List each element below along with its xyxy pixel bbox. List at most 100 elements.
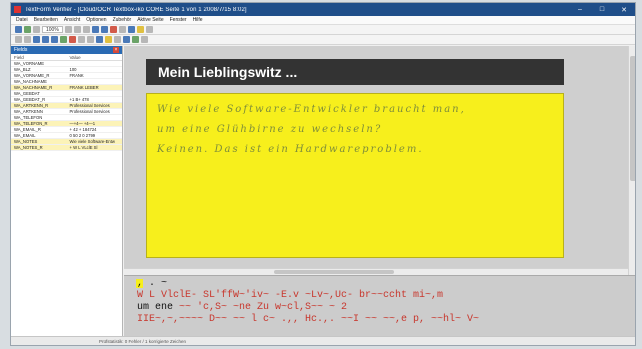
- title-bar: TextForm Verifier - [Cloud/OCR Textbox-i…: [11, 3, 635, 16]
- handwriting-line-1: Wie viele Software-Entwickler braucht ma…: [157, 104, 466, 115]
- field-name: WA_NOTES_R: [14, 145, 43, 150]
- prev-page-icon[interactable]: [73, 26, 81, 33]
- menu-item-bearbeiten[interactable]: Bearbeiten: [34, 17, 58, 23]
- settings-icon[interactable]: [145, 26, 153, 33]
- document-area: Mein Lieblingswitz ... Wie viele Softwar…: [124, 46, 635, 345]
- check-icon[interactable]: [60, 36, 67, 43]
- menu-item-optionen[interactable]: Optionen: [86, 17, 106, 23]
- menu-item-ansicht[interactable]: Ansicht: [64, 17, 80, 23]
- status-bar: Prüfstatistik: 0 Fehler / 1 korrigierte …: [11, 336, 635, 345]
- ocr-line-2-uncertain: ~~ 'c,S~ ~ne Zu w~cl,S~~ ~ 2: [173, 302, 348, 313]
- panel-title: Fields: [14, 47, 28, 53]
- redo-icon[interactable]: [24, 36, 31, 43]
- vertical-scroll-thumb[interactable]: [630, 56, 635, 181]
- ocr-line-2-correct: um ene: [137, 302, 174, 313]
- field-value: 0 50 2 0 2799: [69, 133, 96, 138]
- secondary-toolbar: [11, 35, 635, 45]
- panel-columns: Field Value: [11, 54, 122, 61]
- menu-item-fenster[interactable]: Fenster: [170, 17, 187, 23]
- field-name: WA_GEBDAT_R: [14, 97, 46, 102]
- handwriting-line-3: Keinen. Das ist ein Hardwareproblem.: [157, 144, 424, 155]
- fit-page-icon[interactable]: [127, 26, 135, 33]
- field-value: 100: [69, 67, 77, 72]
- print-icon[interactable]: [33, 26, 40, 33]
- field-name: WA_BLZ: [14, 67, 31, 72]
- zoom-select[interactable]: 100%: [42, 26, 63, 33]
- document-heading: Mein Lieblingswitz ...: [146, 59, 564, 85]
- field-name: WA_VORNAME_R: [14, 73, 50, 78]
- menu-item-aktive-seite[interactable]: Aktive Seite: [137, 17, 163, 23]
- handwriting-line-2: um eine Glühbirne zu wechseln?: [157, 124, 383, 135]
- field-name: WA_GEBDAT: [14, 91, 40, 96]
- column-header-value[interactable]: Value: [67, 55, 123, 60]
- panel-header: Fields ×: [11, 46, 122, 54]
- font-icon[interactable]: [114, 36, 121, 43]
- field-name: WA_TELEFON: [14, 115, 43, 120]
- close-icon[interactable]: ✕: [613, 6, 635, 14]
- field-value: + W L VLclE Sl: [69, 145, 98, 150]
- ocr-line-2: um ene ~~ 'c,S~ ~ne Zu w~cl,S~~ ~ 2: [137, 303, 347, 313]
- field-next-icon[interactable]: [87, 36, 94, 43]
- delete-icon[interactable]: [109, 26, 117, 33]
- table-row[interactable]: WA_NOTES_R + W L VLclE Sl: [11, 145, 122, 151]
- highlight-icon[interactable]: [136, 26, 144, 33]
- field-name: WA_NACHNAME_R: [14, 85, 53, 90]
- open-icon[interactable]: [15, 26, 22, 33]
- panel-close-icon[interactable]: ×: [113, 47, 119, 53]
- field-name: WA_EMAIL: [14, 133, 36, 138]
- field-list: WA_VORNAME WA_BLZ 100 WA_VORNAME_R FRANK WA_N…: [11, 61, 122, 151]
- field-prev-icon[interactable]: [78, 36, 85, 43]
- vertical-scrollbar[interactable]: [628, 46, 635, 276]
- main-toolbar: 100%: [11, 25, 635, 35]
- export-icon[interactable]: [132, 36, 139, 43]
- horizontal-scrollbar[interactable]: [124, 268, 628, 275]
- field-value: —+4— +4—1: [69, 121, 96, 126]
- app-window: TextForm Verifier - [Cloud/OCR Textbox-i…: [10, 2, 636, 346]
- field-name: WA_EMAIL_R: [14, 127, 41, 132]
- menu-item-datei[interactable]: Datei: [16, 17, 28, 23]
- next-page-icon[interactable]: [82, 26, 90, 33]
- status-message: Prüfstatistik: 0 Fehler / 1 korrigierte …: [99, 338, 187, 344]
- field-name: WA_ARTKENN: [14, 109, 43, 114]
- field-name: WA_NOTES: [14, 139, 38, 144]
- field-name: WA_ARTKENN_R: [14, 103, 49, 108]
- horizontal-scroll-thumb[interactable]: [274, 270, 394, 274]
- cut-icon[interactable]: [33, 36, 40, 43]
- menu-bar: Datei Bearbeiten Ansicht Optionen Zubehö…: [11, 16, 635, 25]
- first-page-icon[interactable]: [64, 26, 72, 33]
- field-name: WA_VORNAME: [14, 61, 45, 66]
- handwriting-field[interactable]: Wie viele Software-Entwickler braucht ma…: [146, 93, 564, 258]
- window-title: TextForm Verifier - [Cloud/OCR Textbox-i…: [25, 6, 247, 13]
- mark-icon[interactable]: [105, 36, 112, 43]
- field-value: FRANK LEBER: [69, 85, 99, 90]
- field-value: Professional Services: [69, 103, 110, 108]
- ocr-line-1: W L VlclE- SL'ffW~'iv~ -E.v ~Lv~,Uc- br~…: [137, 290, 444, 301]
- layout-icon[interactable]: [123, 36, 130, 43]
- zoom-out-icon[interactable]: [100, 26, 108, 33]
- field-value: + 42 + 184724: [69, 127, 97, 132]
- fields-panel: Fields × Field Value WA_VORNAME WA_BLZ 100…: [11, 46, 123, 336]
- menu-item-hilfe[interactable]: Hilfe: [193, 17, 203, 23]
- copy-icon[interactable]: [42, 36, 49, 43]
- field-value: FRANK: [69, 73, 84, 78]
- ocr-line-3: IIE~,~,~~~~ D~~ ~~ l c~ .,, Hc.,. ~~I ~~…: [137, 314, 480, 325]
- field-value: Professional Services: [69, 109, 110, 114]
- reject-icon[interactable]: [69, 36, 76, 43]
- paste-icon[interactable]: [51, 36, 58, 43]
- minimize-icon[interactable]: –: [569, 6, 591, 13]
- save-icon[interactable]: [24, 26, 31, 33]
- field-name: WA_TELEFON_R: [14, 121, 48, 126]
- field-value: +1 B+ 478: [69, 97, 89, 102]
- help-icon[interactable]: [141, 36, 148, 43]
- field-value: Wie viele Software-Entw: [69, 139, 115, 144]
- verify-icon[interactable]: [96, 36, 103, 43]
- menu-item-zubehoer[interactable]: Zubehör: [113, 17, 132, 23]
- maximize-icon[interactable]: □: [591, 6, 613, 13]
- zoom-in-icon[interactable]: [91, 26, 99, 33]
- field-name: WA_NACHNAME: [14, 79, 47, 84]
- app-logo-icon: [14, 6, 21, 13]
- ocr-line-0: , . ~: [137, 278, 168, 289]
- undo-icon[interactable]: [15, 36, 22, 43]
- rotate-icon[interactable]: [118, 26, 126, 33]
- column-header-field[interactable]: Field: [11, 55, 67, 60]
